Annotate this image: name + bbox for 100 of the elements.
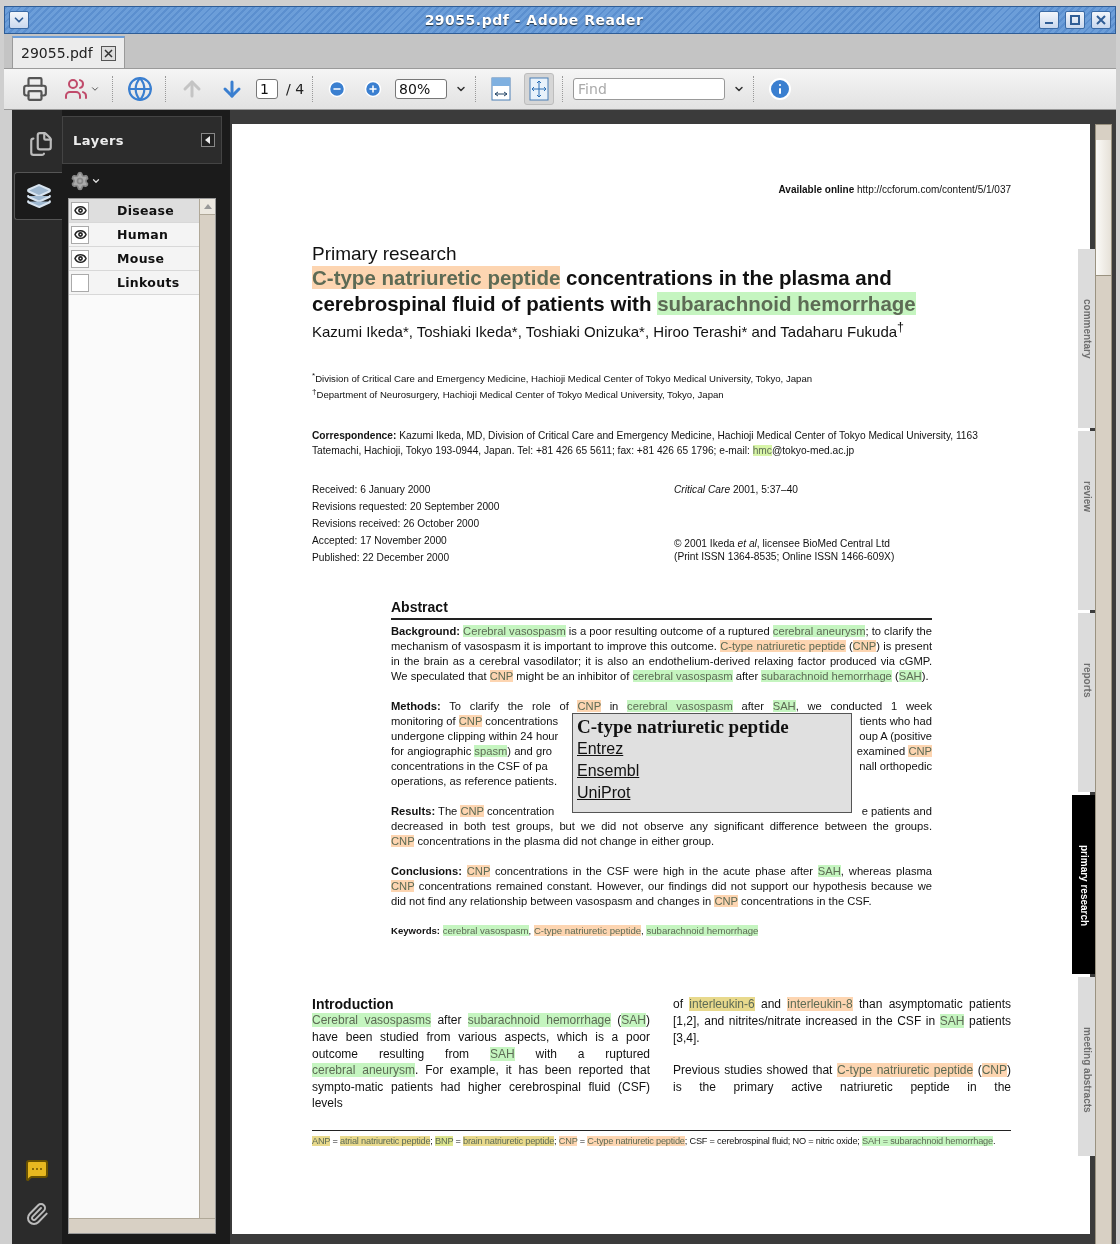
document-tab[interactable]: 29055.pdf [12, 36, 125, 68]
highlighted-term[interactable]: cerebral vasospasm [627, 700, 733, 713]
database-link[interactable]: UniProt [577, 782, 631, 805]
highlighted-term[interactable]: CNP [558, 1135, 578, 1146]
section-tab[interactable]: review [1078, 431, 1096, 610]
highlighted-term[interactable]: CNP [489, 670, 514, 683]
highlighted-term[interactable]: SAH [621, 1013, 646, 1028]
highlighted-term[interactable]: CNP [391, 880, 415, 893]
highlighted-term[interactable]: subarachnoid hemorrhage [657, 292, 916, 315]
caret-icon [91, 176, 101, 186]
text-line: tients who had [859, 714, 932, 730]
fit-page-button[interactable] [524, 73, 555, 105]
layer-row[interactable]: Disease [69, 199, 199, 223]
zoom-field[interactable]: 80% [395, 79, 448, 99]
highlighted-term[interactable]: CNP [391, 835, 415, 848]
highlighted-term[interactable]: CNP [577, 700, 601, 713]
layer-name: Disease [117, 203, 175, 218]
affiliation: $^{†}$Department of Neurosurgery, Hachioji Medical Center of Tokyo Medical University, Tokyo, Japan [312, 386, 725, 402]
collapse-button[interactable] [201, 133, 215, 147]
body-paragraph: Previous studies showed that C-type natriuretic peptide (CNP) is the primary active natriuretic peptide in the [673, 1062, 1011, 1096]
highlighted-term[interactable]: C-type natriuretic peptide [312, 266, 561, 289]
highlighted-term[interactable]: SAH [490, 1046, 515, 1061]
visibility-toggle[interactable] [71, 225, 89, 244]
close-icon [103, 48, 113, 58]
date-line: Revisions requested: 20 September 2000 [312, 500, 501, 515]
window-menu-button[interactable] [9, 11, 29, 29]
body-paragraph: Cerebral vasospasms after subarachnoid hemorrhage (SAH) have been studied from various aspects, which is a poor outcome resulting from SAH with a ruptured cerebral aneurysm. For example, it has been reported that sympto-matic patients had higher cerebrospinal fluid (CSF) levels [312, 1012, 650, 1112]
database-link[interactable]: Ensembl [577, 760, 640, 783]
section-tab[interactable]: meeting abstracts [1078, 977, 1096, 1156]
page-number-field[interactable]: 1 [256, 79, 278, 99]
highlighted-term[interactable]: ANP [312, 1135, 331, 1146]
highlighted-term[interactable]: C-type natriuretic peptide [533, 925, 642, 937]
highlighted-term[interactable]: CNP [458, 715, 483, 728]
highlighted-term[interactable]: SAH [939, 1013, 965, 1028]
highlighted-term[interactable]: interleukin-8 [787, 997, 853, 1012]
tab-label: 29055.pdf [21, 45, 93, 61]
body-paragraph: of interleukin-6 and interleukin-8 than asymptomatic patients [1,2], and nitrites/nitrate increased in the CSF in SAH patients [3,4]. [673, 996, 1011, 1047]
section-tab[interactable]: commentary [1078, 249, 1096, 428]
highlighted-term[interactable]: spasm [474, 745, 508, 758]
highlighted-term[interactable]: C-type natriuretic peptide [587, 1135, 685, 1146]
highlighted-term[interactable]: CNP [981, 1063, 1007, 1078]
highlighted-term[interactable]: cerebral vasospasm [632, 670, 733, 683]
visibility-toggle[interactable] [71, 201, 89, 220]
layer-row[interactable]: Human [69, 223, 199, 247]
layer-row[interactable]: Linkouts [69, 271, 199, 295]
section-heading: Introduction [312, 996, 395, 1013]
layer-row[interactable]: Mouse [69, 247, 199, 271]
highlighted-term[interactable]: CNP [466, 865, 491, 878]
find-field[interactable]: Find [573, 78, 726, 100]
visibility-toggle[interactable] [71, 249, 89, 268]
close-icon [1096, 15, 1106, 25]
highlighted-term[interactable]: CNP [908, 745, 932, 758]
database-link[interactable]: Entrez [577, 738, 624, 761]
layer-name: Mouse [117, 251, 165, 266]
highlighted-term[interactable]: SAH [898, 670, 922, 683]
maximize-button[interactable] [1065, 11, 1085, 29]
keywords: Keywords: cerebral vasospasm, C-type natriuretic peptide, subarachnoid hemorrhage [391, 924, 760, 938]
highlighted-term[interactable]: SAH = subarachnoid hemorrhage [862, 1135, 993, 1146]
highlighted-term[interactable]: BNP [435, 1135, 454, 1146]
vertical-scrollbar[interactable] [199, 199, 215, 1218]
highlighted-term[interactable]: SAH [817, 865, 841, 878]
highlighted-term[interactable]: cerebral vasospasm [442, 925, 529, 937]
abstract-heading: Abstract [391, 598, 932, 621]
section-tab[interactable]: reports [1078, 613, 1096, 792]
highlighted-term[interactable]: cerebral aneurysm [312, 1063, 415, 1078]
highlighted-term[interactable]: CNP [460, 805, 484, 818]
text-line: examined CNP [856, 744, 932, 760]
highlighted-term[interactable]: CNP [852, 640, 877, 653]
text-line: for angiographic spasm) and gro [391, 744, 553, 760]
text-line: e patients and [861, 804, 932, 820]
text-line: operations, as reference patients. [391, 774, 558, 790]
paperclip-icon[interactable] [25, 1202, 49, 1226]
highlighted-term[interactable]: subarachnoid hemorrhage [761, 670, 892, 683]
author-list: Kazumi Ikeda*, Toshiaki Ikeda*, Toshiaki Onizuka*, Hiroo Terashi* and Tadaharu Fukuda$^{†}$ [312, 317, 1011, 342]
highlighted-term[interactable]: subarachnoid hemorrhage [646, 925, 759, 937]
close-tab-button[interactable] [100, 45, 116, 61]
pages-icon [27, 131, 54, 157]
highlighted-term[interactable]: interleukin-6 [689, 997, 755, 1012]
highlighted-term[interactable]: Cerebral vasospasm [463, 625, 566, 638]
visibility-toggle[interactable] [71, 273, 89, 292]
article-type: Primary research [312, 243, 458, 265]
text-line: Methods: To clarify the role of CNP in cerebral vasospasm after SAH, we conducted 1 week [391, 699, 932, 715]
highlighted-term[interactable]: Cerebral vasospasms [312, 1013, 432, 1028]
comments-icon[interactable] [25, 1158, 49, 1182]
copyright-line: (Print ISSN 1364-8535; Online ISSN 1466-609X) [674, 550, 896, 564]
layers-panel-button[interactable] [14, 172, 62, 220]
close-button[interactable] [1091, 11, 1111, 29]
highlighted-term[interactable]: subarachnoid hemorrhage [467, 1013, 611, 1028]
section-tab[interactable]: primary research [1072, 795, 1096, 974]
highlighted-term[interactable]: SAH [772, 700, 796, 713]
horizontal-scrollbar[interactable] [69, 1218, 215, 1233]
abstract-paragraph: Conclusions: CNP concentrations in the CSF were high in the acute phase after SAH, whereas plasma CNP concentrations remained constant. However, our findings did not support our hypothesis because we did not find any relationship between vasospasm and changes in CNP concentrations in the CSF. [391, 864, 932, 910]
text-line: oup A (positive [859, 729, 932, 745]
highlighted-term[interactable]: CNP [714, 895, 738, 908]
gear-icon [70, 171, 90, 191]
minimize-button[interactable] [1039, 11, 1059, 29]
vertical-scrollbar[interactable] [1095, 124, 1112, 1244]
highlighted-term[interactable]: C-type natriuretic peptide [836, 1063, 974, 1078]
highlighted-term[interactable]: hmc [752, 445, 772, 457]
highlighted-term[interactable]: C-type natriuretic peptide [720, 640, 846, 653]
